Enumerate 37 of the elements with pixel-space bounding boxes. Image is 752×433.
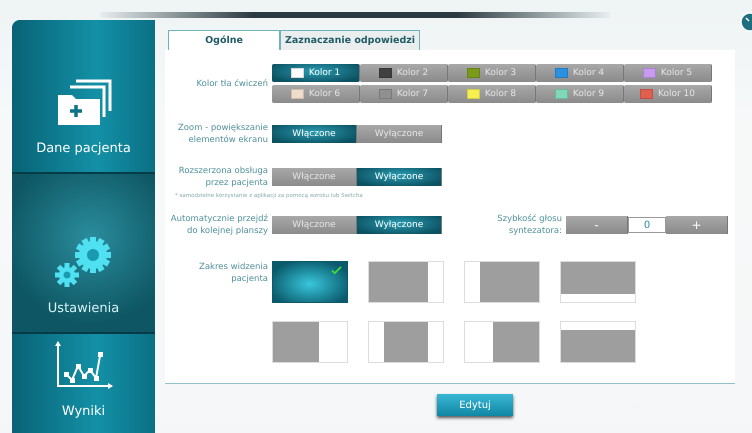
color-option[interactable]: Kolor 10: [624, 85, 712, 103]
check-icon: [331, 266, 342, 275]
color-option[interactable]: Kolor 8: [448, 85, 536, 103]
color-option[interactable]: Kolor 1: [272, 64, 360, 82]
color-option[interactable]: Kolor 2: [360, 64, 448, 82]
sidebar-label: Wyniki: [62, 404, 106, 419]
value-field[interactable]: 0: [628, 217, 666, 233]
color-option[interactable]: Kolor 4: [536, 64, 624, 82]
toggle-option[interactable]: Wyłączone: [357, 216, 442, 234]
field-label: Szybkość głosu syntezatora:: [496, 213, 562, 237]
sidebar-label: Ustawienia: [48, 301, 120, 316]
folder-icon: [56, 79, 112, 127]
sidebar-item[interactable]: Wyniki: [12, 334, 155, 433]
decrease-button[interactable]: -: [566, 216, 628, 234]
color-option[interactable]: Kolor 5: [624, 64, 712, 82]
color-option[interactable]: Kolor 7: [360, 85, 448, 103]
field-label: Automatycznie przejdź do kolejnej planszy: [170, 213, 268, 237]
sidebar-label: Dane pacjenta: [36, 141, 131, 156]
toggle-option[interactable]: Wyłączone: [357, 168, 442, 186]
toggle-option[interactable]: Włączone: [272, 216, 357, 234]
tab[interactable]: Ogólne: [168, 30, 280, 50]
color-option[interactable]: Kolor 3: [448, 64, 536, 82]
sidebar-item[interactable]: Ustawienia: [12, 174, 155, 334]
field-label: Rozszerzona obsługa przez pacjenta: [178, 165, 268, 189]
view-range-option[interactable]: [272, 261, 348, 303]
toggle-option[interactable]: Wyłączone: [357, 125, 442, 143]
edit-button[interactable]: Edytuj: [437, 394, 513, 416]
increase-button[interactable]: +: [666, 216, 728, 234]
tab[interactable]: Zaznaczanie odpowiedzi: [280, 30, 420, 50]
field-label: Zakres widzenia pacjenta: [198, 261, 268, 285]
toggle-option[interactable]: Włączone: [272, 168, 357, 186]
field-label: Kolor tła ćwiczeń: [195, 78, 268, 90]
color-option[interactable]: Kolor 6: [272, 85, 360, 103]
color-option[interactable]: Kolor 9: [536, 85, 624, 103]
sidebar-item[interactable]: Dane pacjenta: [12, 20, 155, 174]
toggle-option[interactable]: Włączone: [272, 125, 357, 143]
field-label: Zoom - powiększanie elementów ekranu: [176, 122, 268, 146]
